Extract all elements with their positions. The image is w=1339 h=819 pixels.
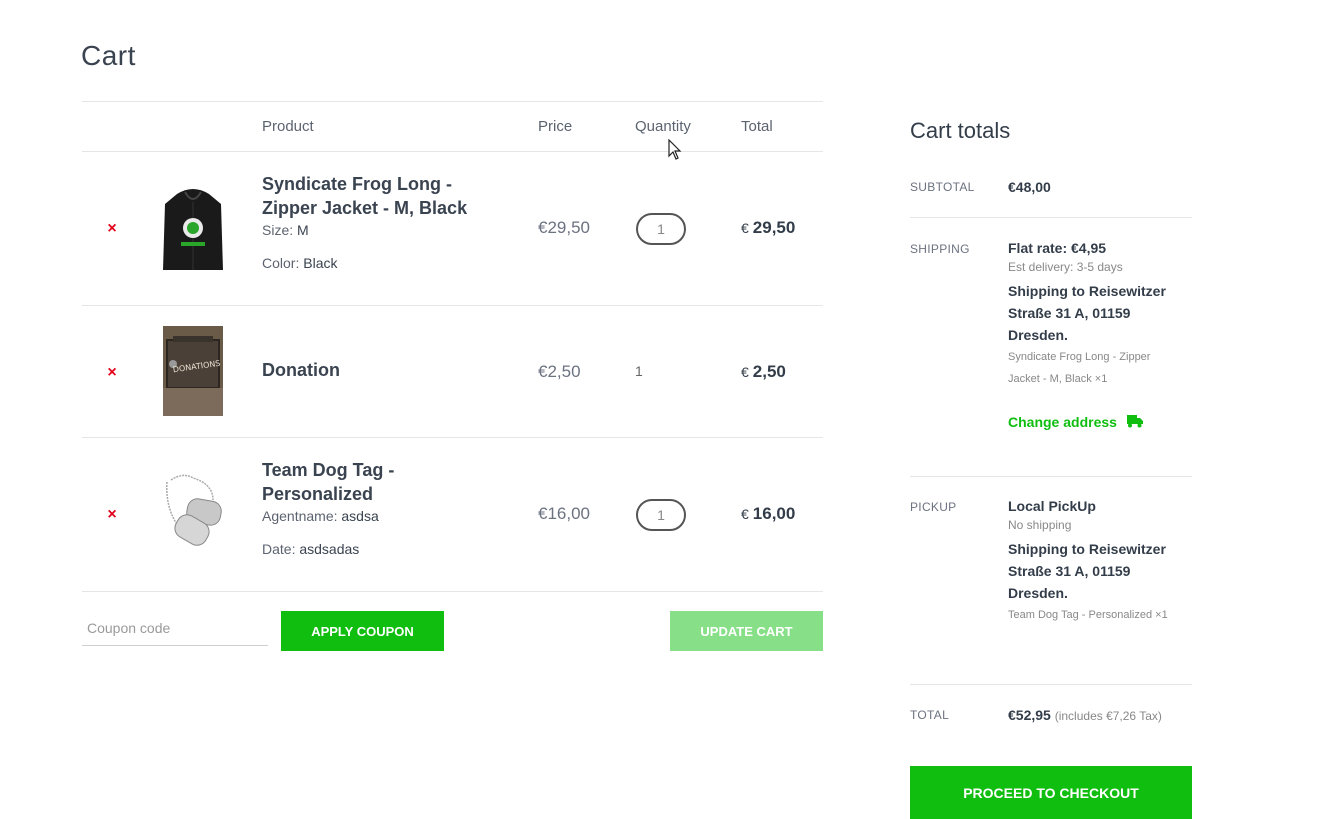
product-name-line[interactable]: Personalized: [262, 482, 512, 506]
line-total: €29,50: [741, 218, 795, 238]
item-price: €29,50: [538, 218, 590, 237]
truck-icon: [1126, 415, 1143, 428]
remove-item-button[interactable]: ×: [105, 365, 119, 381]
attribute-key: Date:: [262, 541, 296, 557]
apply-coupon-button[interactable]: APPLY COUPON: [281, 611, 444, 651]
divider: [910, 217, 1192, 218]
pickup-note: No shipping: [1008, 518, 1072, 532]
attribute-key: Agentname:: [262, 508, 338, 524]
hoodie-image[interactable]: [163, 184, 223, 274]
donation-box-image[interactable]: DONATIONS: [163, 326, 223, 416]
line-total-value: 29,50: [752, 218, 796, 237]
page-title: Cart: [81, 40, 136, 71]
pickup-details: Local PickUp No shipping Shipping to Rei…: [1008, 498, 1192, 626]
line-total-value: 2,50: [752, 362, 786, 381]
quantity-value: 1: [635, 363, 643, 379]
change-address-link[interactable]: Change address: [1008, 414, 1117, 430]
currency-symbol: €: [741, 364, 749, 380]
line-total-value: 16,00: [752, 504, 796, 523]
coupon-code-input[interactable]: [82, 611, 268, 646]
attribute-value: Black: [303, 255, 338, 271]
product-attribute: Agentname: asdsa: [262, 508, 379, 524]
address-line: Dresden.: [1008, 585, 1068, 601]
pickup-method: Local PickUp: [1008, 498, 1096, 514]
product-name[interactable]: Team Dog Tag - Personalized: [262, 458, 512, 506]
product-name-line[interactable]: Team Dog Tag -: [262, 458, 512, 482]
remove-item-button[interactable]: ×: [105, 507, 119, 523]
subtotal-value: €48,00: [1008, 179, 1051, 195]
item-price: €2,50: [538, 362, 581, 381]
pickup-label: PICKUP: [910, 500, 957, 514]
package-item-line: Syndicate Frog Long - Zipper: [1008, 351, 1151, 363]
shipping-details: Flat rate: €4,95 Est delivery: 3-5 days …: [1008, 240, 1192, 430]
remove-item-button[interactable]: ×: [105, 221, 119, 237]
divider: [910, 684, 1192, 685]
total-label: TOTAL: [910, 708, 950, 722]
header-quantity: Quantity: [635, 118, 691, 135]
header-price: Price: [538, 118, 573, 135]
product-name[interactable]: Donation: [262, 358, 512, 382]
item-price: €16,00: [538, 504, 590, 523]
cart-totals: Cart totals SUBTOTAL €48,00 SHIPPING Fla…: [910, 118, 1192, 723]
line-total: €2,50: [741, 362, 786, 382]
product-name-line[interactable]: Donation: [262, 358, 512, 382]
pickup-address: Shipping to Reisewitzer Straße 31 A, 011…: [1008, 538, 1192, 604]
order-total: €52,95 (includes €7,26 Tax): [1008, 707, 1162, 723]
table-header: Product Price Quantity Total: [82, 101, 823, 152]
attribute-key: Color:: [262, 255, 300, 271]
table-row: × Team Dog Tag - Personalized Agentname:…: [82, 438, 823, 592]
address-line: Shipping to Reisewitzer: [1008, 541, 1166, 557]
product-attribute: Size: M: [262, 222, 309, 238]
cart-table: Product Price Quantity Total × Syndicate…: [82, 101, 823, 592]
shipping-package-items: Syndicate Frog Long - Zipper Jacket - M,…: [1008, 346, 1192, 390]
address-line: Shipping to Reisewitzer: [1008, 283, 1166, 299]
table-row: × DONATIONS Donation €2,50 1 €2,50: [82, 306, 823, 438]
shipping-address: Shipping to Reisewitzer Straße 31 A, 011…: [1008, 280, 1192, 346]
product-attribute: Date: asdsadas: [262, 541, 359, 557]
address-line: Dresden.: [1008, 327, 1068, 343]
subtotal-label: SUBTOTAL: [910, 180, 975, 194]
update-cart-button[interactable]: UPDATE CART: [670, 611, 823, 651]
product-name-line[interactable]: Zipper Jacket - M, Black: [262, 196, 512, 220]
attribute-value: M: [297, 222, 309, 238]
header-product: Product: [262, 118, 314, 135]
quantity-input[interactable]: [636, 499, 686, 531]
shipping-label: SHIPPING: [910, 242, 970, 256]
attribute-value: asdsa: [341, 508, 379, 524]
proceed-to-checkout-button[interactable]: PROCEED TO CHECKOUT: [910, 766, 1192, 819]
address-line: Straße 31 A, 01159: [1008, 305, 1131, 321]
table-row: × Syndicate Frog Long - Zipper Jacket - …: [82, 152, 823, 306]
product-name[interactable]: Syndicate Frog Long - Zipper Jacket - M,…: [262, 172, 512, 220]
cart-totals-title: Cart totals: [910, 118, 1011, 143]
package-item-line: Jacket - M, Black ×1: [1008, 373, 1108, 385]
header-total: Total: [741, 118, 773, 135]
divider: [910, 476, 1192, 477]
total-value: €52,95: [1008, 707, 1051, 723]
address-line: Straße 31 A, 01159: [1008, 563, 1131, 579]
change-address-row: Change address: [1008, 414, 1192, 430]
quantity-input[interactable]: [636, 213, 686, 245]
currency-symbol: €: [741, 506, 749, 522]
currency-symbol: €: [741, 220, 749, 236]
mouse-cursor-icon: [668, 139, 682, 160]
pickup-package-items: Team Dog Tag - Personalized ×1: [1008, 609, 1168, 621]
dog-tag-image[interactable]: [163, 470, 223, 560]
line-total: €16,00: [741, 504, 795, 524]
shipping-method: Flat rate: €4,95: [1008, 240, 1107, 256]
shipping-eta: Est delivery: 3-5 days: [1008, 260, 1123, 274]
attribute-key: Size:: [262, 222, 294, 238]
product-attribute: Color: Black: [262, 255, 337, 271]
product-name-line[interactable]: Syndicate Frog Long -: [262, 172, 512, 196]
total-tax-note: (includes €7,26 Tax): [1054, 709, 1162, 723]
attribute-value: asdsadas: [299, 541, 360, 557]
